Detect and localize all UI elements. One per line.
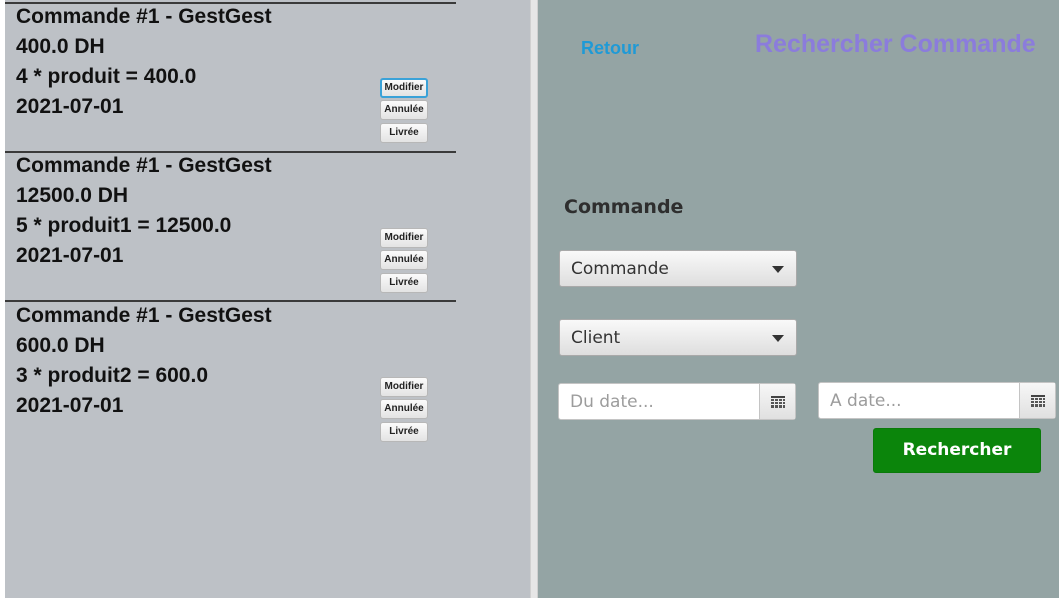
order-detail: 5 * produit1 = 12500.0 — [16, 214, 232, 237]
from-date-input[interactable] — [559, 384, 759, 419]
search-button[interactable]: Rechercher — [873, 428, 1041, 473]
calendar-icon — [1031, 395, 1045, 407]
order-list[interactable]: Commande #1 - GestGest 400.0 DH 4 * prod… — [5, 0, 530, 598]
modify-button[interactable]: Modifier — [380, 78, 428, 98]
order-detail: 3 * produit2 = 600.0 — [16, 364, 208, 387]
order-card: Commande #1 - GestGest 400.0 DH 4 * prod… — [5, 2, 456, 152]
order-select[interactable]: Commande — [559, 250, 797, 287]
to-date-picker — [818, 382, 1056, 419]
modify-button[interactable]: Modifier — [380, 228, 428, 248]
delivered-button[interactable]: Livrée — [380, 123, 428, 143]
order-date: 2021-07-01 — [16, 95, 124, 118]
cancelled-button[interactable]: Annulée — [380, 100, 428, 120]
order-title: Commande #1 - GestGest — [16, 154, 272, 177]
to-date-calendar-button[interactable] — [1019, 383, 1055, 418]
order-total: 400.0 DH — [16, 35, 105, 58]
delivered-button[interactable]: Livrée — [380, 422, 428, 442]
section-label: Commande — [564, 196, 684, 218]
order-total: 12500.0 DH — [16, 184, 129, 207]
order-total: 600.0 DH — [16, 334, 105, 357]
cancelled-button[interactable]: Annulée — [380, 399, 428, 419]
chevron-down-icon — [772, 266, 784, 273]
page-title: Rechercher Commande — [755, 30, 1036, 58]
order-card: Commande #1 - GestGest 12500.0 DH 5 * pr… — [5, 151, 456, 301]
calendar-icon — [771, 396, 785, 408]
order-title: Commande #1 - GestGest — [16, 5, 272, 28]
cancelled-button[interactable]: Annulée — [380, 250, 428, 270]
modify-button[interactable]: Modifier — [380, 377, 428, 397]
search-panel: Retour Rechercher Commande Commande Comm… — [538, 0, 1059, 598]
order-title: Commande #1 - GestGest — [16, 304, 272, 327]
from-date-calendar-button[interactable] — [759, 384, 795, 419]
chevron-down-icon — [772, 335, 784, 342]
client-select[interactable]: Client — [559, 319, 797, 356]
order-date: 2021-07-01 — [16, 244, 124, 267]
order-divider — [5, 300, 456, 302]
back-link[interactable]: Retour — [581, 38, 639, 59]
split-divider[interactable] — [530, 0, 538, 598]
client-select-value: Client — [571, 328, 621, 348]
delivered-button[interactable]: Livrée — [380, 273, 428, 293]
order-detail: 4 * produit = 400.0 — [16, 65, 197, 88]
to-date-input[interactable] — [819, 383, 1019, 418]
order-card: Commande #1 - GestGest 600.0 DH 3 * prod… — [5, 300, 456, 450]
order-select-value: Commande — [571, 259, 669, 279]
order-date: 2021-07-01 — [16, 394, 124, 417]
from-date-picker — [558, 383, 796, 420]
